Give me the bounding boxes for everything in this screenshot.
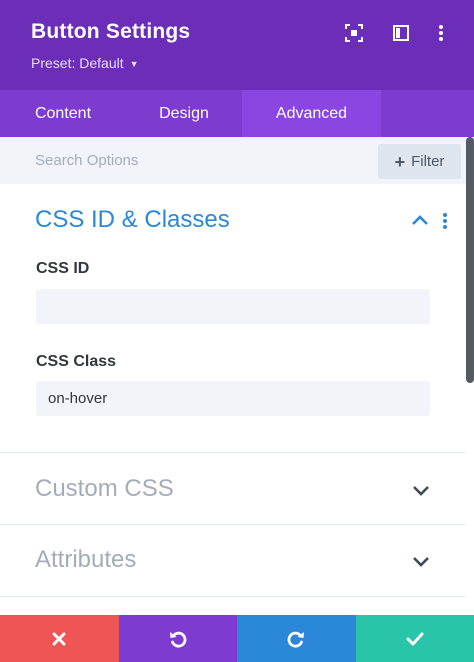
- tab-design[interactable]: Design: [126, 90, 242, 137]
- section-menu-icon[interactable]: [442, 212, 448, 235]
- css-id-field[interactable]: [36, 289, 430, 324]
- chevron-down-icon[interactable]: [412, 555, 430, 573]
- preset-dropdown[interactable]: Preset: Default ▼: [31, 55, 139, 71]
- undo-button[interactable]: [118, 615, 237, 662]
- section-title-css-id-classes[interactable]: CSS ID & Classes: [35, 206, 230, 234]
- split-view-icon[interactable]: [390, 22, 412, 44]
- redo-icon: [287, 631, 305, 648]
- discard-button[interactable]: [0, 615, 119, 662]
- tab-bar: Content Design Advanced: [0, 90, 474, 137]
- section-divider: [0, 524, 466, 525]
- undo-icon: [169, 631, 187, 648]
- redo-button[interactable]: [237, 615, 356, 662]
- save-button[interactable]: [355, 615, 474, 662]
- search-input[interactable]: Search Options: [35, 152, 138, 169]
- scrollbar[interactable]: [466, 137, 474, 383]
- focus-icon[interactable]: [343, 22, 365, 44]
- section-title-custom-css[interactable]: Custom CSS: [35, 475, 174, 503]
- css-id-label: CSS ID: [36, 260, 90, 277]
- preset-label: Preset: Default: [31, 55, 124, 71]
- filter-label: Filter: [411, 153, 445, 170]
- tab-advanced[interactable]: Advanced: [242, 90, 381, 137]
- close-icon: [52, 632, 66, 645]
- panel-title: Button Settings: [31, 20, 191, 43]
- section-divider: [0, 452, 466, 453]
- tab-content[interactable]: Content: [0, 90, 126, 137]
- filter-button[interactable]: + Filter: [378, 144, 461, 179]
- action-bar: [0, 615, 474, 662]
- css-class-label: CSS Class: [36, 353, 117, 370]
- more-vertical-icon[interactable]: [430, 22, 452, 44]
- css-class-field[interactable]: on-hover: [36, 381, 430, 416]
- plus-icon: +: [394, 151, 406, 172]
- section-divider: [0, 596, 466, 597]
- check-icon: [406, 632, 424, 645]
- settings-header: Button Settings Preset: Default ▼: [0, 0, 474, 90]
- chevron-down-icon[interactable]: [412, 484, 430, 502]
- chevron-up-icon[interactable]: [411, 213, 429, 231]
- section-title-attributes[interactable]: Attributes: [35, 546, 136, 574]
- caret-down-icon: ▼: [129, 58, 139, 69]
